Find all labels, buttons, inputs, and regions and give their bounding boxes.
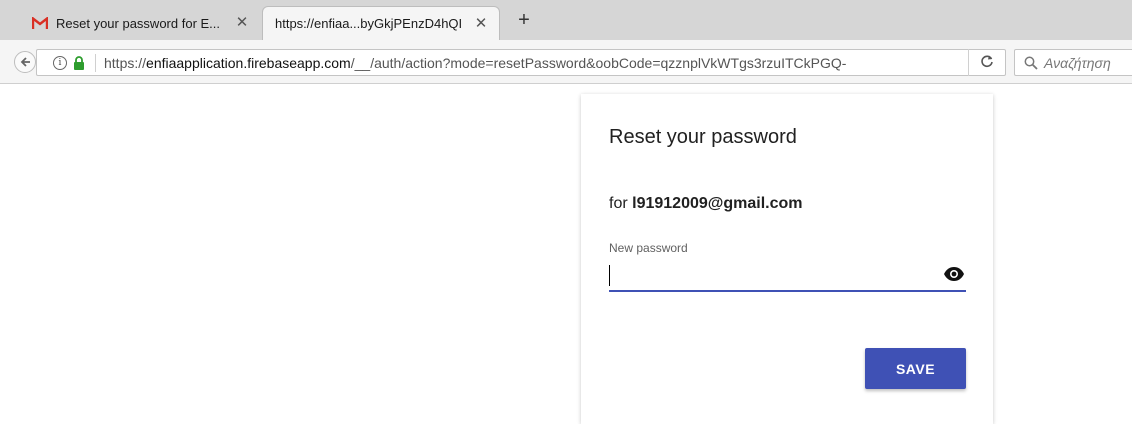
text-caret <box>609 265 610 286</box>
new-password-input[interactable] <box>609 262 929 288</box>
gmail-icon <box>32 16 48 30</box>
new-password-label: New password <box>609 241 688 255</box>
reset-password-card: Reset your password for l91912009@gmail.… <box>581 94 993 424</box>
tab-reset-password[interactable]: https://enfiaa...byGkjPEnzD4hQI ✕ <box>262 6 500 40</box>
back-button[interactable] <box>14 51 36 73</box>
url-text[interactable]: https://enfiaapplication.firebaseapp.com… <box>104 55 968 71</box>
save-button[interactable]: SAVE <box>865 348 966 389</box>
reload-icon[interactable] <box>969 54 1005 72</box>
tab-gmail[interactable]: Reset your password for E... ✕ <box>22 6 260 40</box>
search-icon <box>1024 56 1038 70</box>
lock-icon[interactable] <box>73 55 87 71</box>
page-title: Reset your password <box>609 126 797 148</box>
navigation-bar: i https://enfiaapplication.firebaseapp.c… <box>0 40 1132 84</box>
search-placeholder: Αναζήτηση <box>1044 54 1111 71</box>
close-icon[interactable]: ✕ <box>473 15 489 32</box>
close-icon[interactable]: ✕ <box>234 15 250 31</box>
info-icon[interactable]: i <box>53 55 67 70</box>
account-line: for l91912009@gmail.com <box>609 195 803 212</box>
new-tab-button[interactable]: + <box>513 10 535 32</box>
new-password-field[interactable] <box>609 260 966 292</box>
account-email: l91912009@gmail.com <box>632 195 803 212</box>
tab-label: Reset your password for E... <box>56 15 221 31</box>
url-separator <box>95 53 96 72</box>
tab-label: https://enfiaa...byGkjPEnzD4hQI <box>275 16 463 31</box>
eye-icon[interactable] <box>942 264 966 284</box>
url-bar[interactable]: i https://enfiaapplication.firebaseapp.c… <box>36 49 1006 76</box>
back-arrow-icon <box>20 57 30 67</box>
tab-strip: Reset your password for E... ✕ https://e… <box>0 0 1132 40</box>
search-box[interactable]: Αναζήτηση <box>1014 49 1132 76</box>
